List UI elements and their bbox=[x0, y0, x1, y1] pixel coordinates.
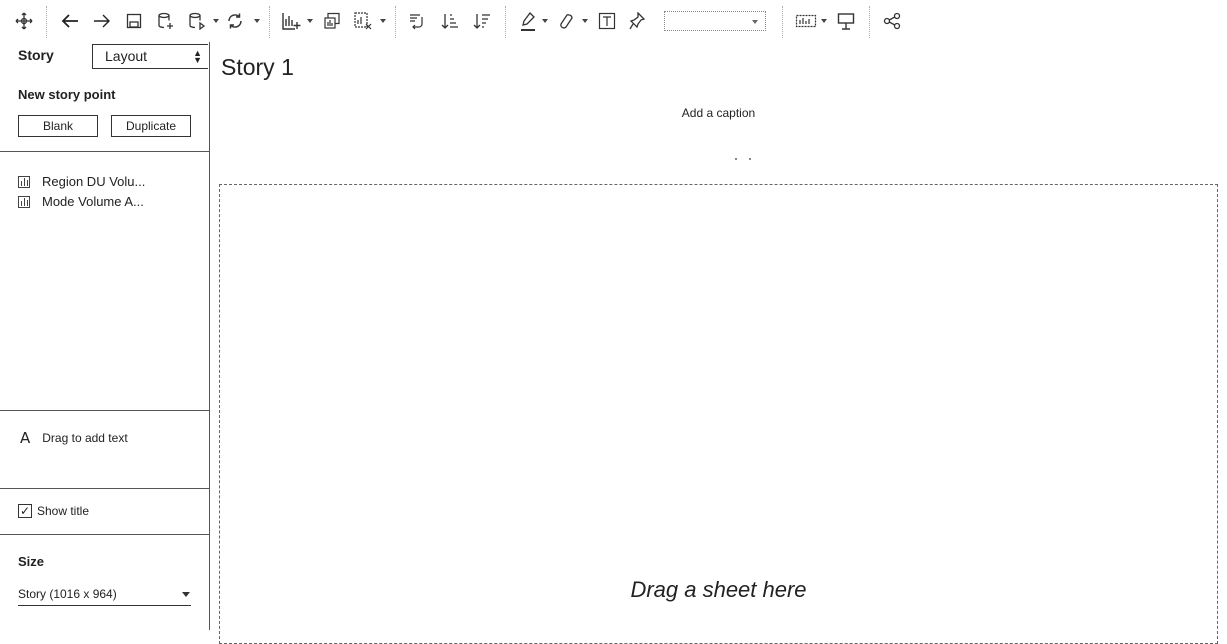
new-worksheet-icon[interactable] bbox=[279, 9, 303, 33]
story-title[interactable]: Story 1 bbox=[221, 54, 294, 81]
new-story-point-heading: New story point bbox=[18, 87, 116, 102]
sort-descending-icon[interactable] bbox=[471, 9, 493, 33]
new-data-source-icon[interactable] bbox=[155, 9, 177, 33]
highlight-icon[interactable] bbox=[518, 9, 538, 33]
refresh-icon[interactable] bbox=[224, 9, 246, 33]
group-icon[interactable] bbox=[556, 9, 576, 33]
show-title-checkbox[interactable]: ✓ bbox=[18, 504, 32, 518]
show-labels-icon[interactable] bbox=[597, 9, 617, 33]
show-title-toggle[interactable]: ✓ Show title bbox=[18, 504, 89, 518]
show-me-icon[interactable] bbox=[794, 9, 818, 33]
size-value: Story (1016 x 964) bbox=[18, 587, 117, 601]
sort-ascending-icon[interactable] bbox=[439, 9, 461, 33]
clear-sheet-icon[interactable] bbox=[351, 9, 375, 33]
duplicate-sheet-icon[interactable] bbox=[321, 9, 343, 33]
move-icon[interactable] bbox=[13, 9, 35, 33]
pin-icon[interactable] bbox=[627, 9, 647, 33]
fit-dropdown[interactable] bbox=[664, 11, 766, 31]
tab-layout-label: Layout bbox=[105, 48, 148, 64]
worksheet-icon bbox=[18, 175, 30, 188]
sheet-list-item[interactable]: Region DU Volu... bbox=[18, 174, 145, 189]
drop-hint: Drag a sheet here bbox=[630, 577, 807, 602]
story-caption[interactable]: Add a caption bbox=[0, 106, 1227, 120]
worksheet-icon bbox=[18, 195, 30, 208]
sheet-label: Mode Volume A... bbox=[42, 194, 144, 209]
sidebar-tabs: Story Layout ▲ ▼ bbox=[0, 42, 209, 69]
swap-rows-columns-icon[interactable] bbox=[406, 9, 428, 33]
drag-text-item[interactable]: A Drag to add text bbox=[20, 429, 128, 447]
drag-text-label: Drag to add text bbox=[42, 431, 128, 445]
size-dropdown[interactable]: Story (1016 x 964) bbox=[18, 586, 191, 606]
pause-updates-icon[interactable] bbox=[186, 9, 208, 33]
sheet-list-item[interactable]: Mode Volume A... bbox=[18, 194, 144, 209]
save-icon[interactable] bbox=[123, 9, 145, 33]
presentation-icon[interactable] bbox=[835, 9, 857, 33]
up-down-icon: ▲ ▼ bbox=[193, 48, 202, 65]
tab-layout[interactable]: Layout ▲ ▼ bbox=[92, 44, 208, 69]
share-icon[interactable] bbox=[881, 9, 903, 33]
text-object-icon: A bbox=[20, 429, 31, 447]
chevron-down-icon bbox=[182, 592, 190, 597]
tab-story[interactable]: Story bbox=[0, 42, 92, 69]
story-sidebar: Story Layout ▲ ▼ New story point Blank Du… bbox=[0, 42, 210, 630]
undo-icon[interactable] bbox=[59, 9, 81, 33]
size-heading: Size bbox=[18, 554, 45, 569]
show-title-label: Show title bbox=[37, 504, 90, 518]
sheet-label: Region DU Volu... bbox=[42, 174, 146, 189]
chevron-down-icon bbox=[752, 20, 758, 24]
redo-icon[interactable] bbox=[91, 9, 113, 33]
navigator-dots bbox=[735, 158, 753, 162]
sheet-drop-zone[interactable]: Drag a sheet here bbox=[219, 184, 1218, 644]
toolbar bbox=[0, 0, 1227, 42]
